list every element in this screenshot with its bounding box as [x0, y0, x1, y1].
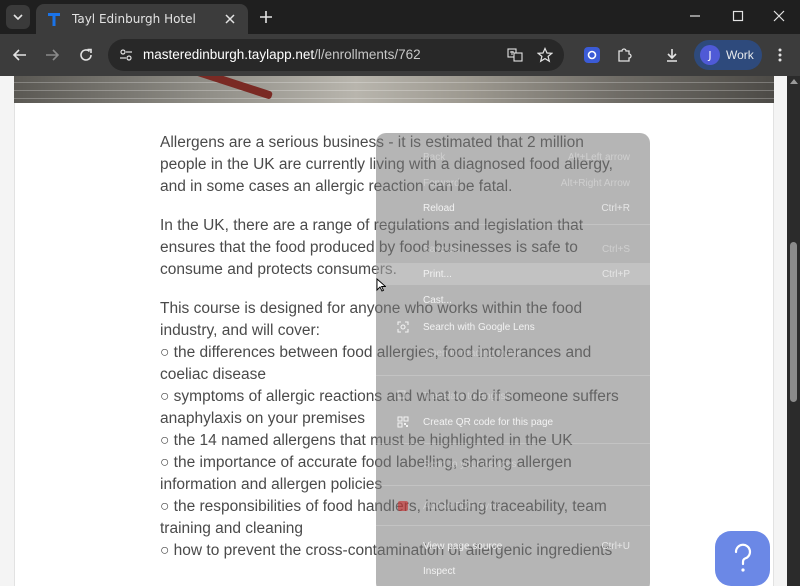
profile-label: Work	[726, 48, 754, 62]
pdf-icon	[396, 499, 410, 513]
maximize-icon[interactable]	[717, 0, 759, 32]
menu-item-reading-mode[interactable]: Open in reading mode	[376, 342, 650, 364]
minimize-icon[interactable]	[674, 0, 716, 32]
forward-arrow-icon[interactable]	[40, 43, 64, 67]
translate-icon[interactable]	[504, 44, 526, 66]
mouse-cursor-icon	[376, 278, 386, 292]
reload-icon[interactable]	[74, 43, 98, 67]
menu-item-translate[interactable]: Translate to English	[376, 385, 650, 407]
menu-item-back[interactable]: Back Alt+Left arrow	[376, 146, 650, 168]
qr-code-icon	[396, 415, 410, 429]
download-icon[interactable]	[660, 43, 684, 67]
new-tab-icon[interactable]	[256, 7, 276, 27]
menu-separator	[376, 443, 650, 444]
extensions-puzzle-icon[interactable]	[612, 43, 636, 67]
hero-image	[14, 76, 774, 103]
scroll-up-arrow-icon[interactable]	[790, 79, 798, 84]
menu-separator	[376, 375, 650, 376]
site-settings-icon[interactable]	[114, 43, 138, 67]
chevron-down-icon	[13, 14, 23, 21]
menu-item-view-source[interactable]: View page source Ctrl+U	[376, 535, 650, 557]
menu-separator	[376, 525, 650, 526]
url-host: masteredinburgh.taylapp.net	[143, 47, 315, 62]
profile-button[interactable]: J Work	[694, 40, 762, 70]
menu-separator	[376, 224, 650, 225]
menu-item-cast[interactable]: Cast...	[376, 289, 650, 311]
close-tab-icon[interactable]	[222, 11, 238, 27]
menu-item-qr-code[interactable]: Create QR code for this page	[376, 411, 650, 433]
menu-item-inspect[interactable]: Inspect	[376, 560, 650, 582]
close-window-icon[interactable]	[758, 0, 800, 32]
bookmark-star-icon[interactable]	[534, 44, 556, 66]
address-bar[interactable]: masteredinburgh.taylapp.net/l/enrollment…	[108, 39, 564, 71]
url-text: masteredinburgh.taylapp.net/l/enrollment…	[143, 47, 421, 62]
question-mark-icon	[734, 543, 751, 572]
back-arrow-icon[interactable]	[8, 43, 32, 67]
help-button[interactable]	[715, 531, 770, 586]
lens-icon	[396, 320, 410, 334]
context-menu: Back Alt+Left arrow Forward Alt+Right Ar…	[376, 133, 650, 586]
extension-gear-icon[interactable]	[580, 43, 604, 67]
menu-item-forward[interactable]: Forward Alt+Right Arrow	[376, 172, 650, 194]
menu-item-send-devices[interactable]: Send to your devices	[376, 453, 650, 475]
translate-icon	[396, 389, 410, 403]
tab-search-button[interactable]	[6, 5, 30, 29]
browser-tab[interactable]: Tayl Edinburgh Hotel	[36, 4, 248, 34]
menu-item-google-lens[interactable]: Search with Google Lens	[376, 316, 650, 338]
tayl-logo-icon	[46, 11, 62, 27]
page-scrollbar[interactable]	[787, 76, 800, 586]
menu-item-pdf[interactable]: Add to PDF Sync	[376, 495, 650, 517]
menu-separator	[376, 485, 650, 486]
menu-item-save-as[interactable]: Save as... Ctrl+S	[376, 238, 650, 260]
avatar: J	[700, 45, 720, 65]
scroll-thumb[interactable]	[790, 242, 797, 402]
tab-strip: Tayl Edinburgh Hotel	[0, 0, 800, 34]
tab-title: Tayl Edinburgh Hotel	[72, 12, 196, 26]
menu-item-reload[interactable]: Reload Ctrl+R	[376, 197, 650, 219]
browser-toolbar: masteredinburgh.taylapp.net/l/enrollment…	[0, 34, 800, 76]
url-path: /l/enrollments/762	[314, 47, 421, 62]
menu-item-print[interactable]: Print... Ctrl+P	[376, 263, 650, 285]
more-menu-icon[interactable]	[768, 43, 792, 67]
